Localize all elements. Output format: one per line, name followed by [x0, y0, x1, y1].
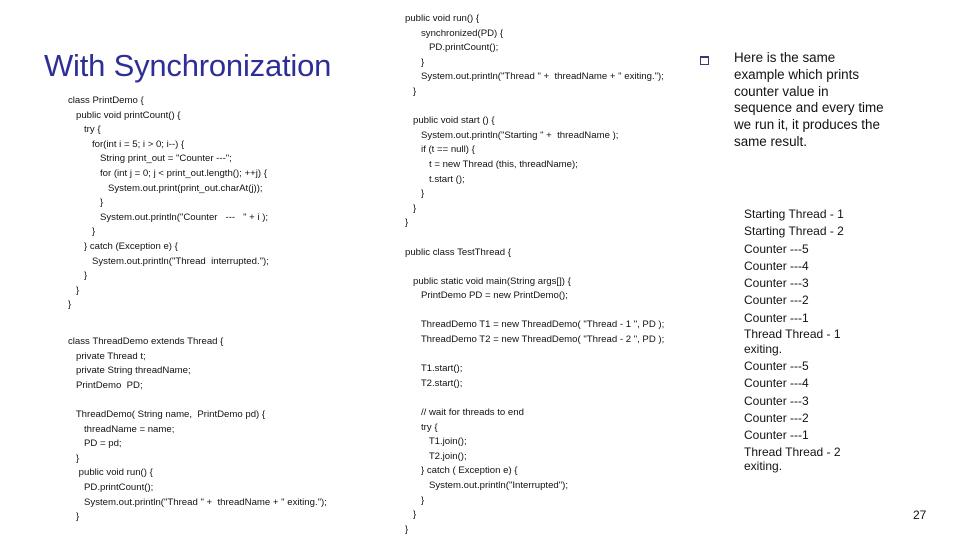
- code-line: System.out.println("Thread interrupted."…: [68, 255, 269, 267]
- code-line: for(int i = 5; i > 0; i--) {: [68, 138, 185, 150]
- code-line: threadName = name;: [68, 423, 175, 435]
- output-line: Counter ---2: [744, 410, 809, 425]
- code-line: ThreadDemo( String name, PrintDemo pd) {: [68, 408, 266, 420]
- code-line: T1.join();: [405, 436, 467, 448]
- code-line: }: [68, 511, 80, 523]
- code-line: t.start ();: [405, 173, 465, 185]
- code-line: public static void main(String args[]) {: [405, 275, 571, 287]
- output-line: Counter ---2: [744, 293, 809, 308]
- output-line: Counter ---3: [744, 276, 809, 291]
- code-line: }: [405, 85, 417, 97]
- page-number: 27: [913, 508, 927, 522]
- code-line: public void printCount() {: [68, 109, 181, 121]
- code-line: }: [405, 523, 409, 535]
- slide-title: With Synchronization: [44, 48, 332, 83]
- output-line: Counter ---5: [744, 359, 809, 374]
- output-line: Counter ---3: [744, 393, 809, 408]
- code-line: PD.printCount();: [68, 481, 154, 493]
- code-line: String print_out = "Counter ---";: [68, 153, 232, 165]
- code-line: }: [405, 509, 417, 521]
- code-line: class ThreadDemo extends Thread {: [68, 336, 224, 347]
- code-line: System.out.println("Thread " + threadNam…: [405, 71, 664, 83]
- output-line: Starting Thread - 2: [744, 224, 844, 239]
- code-line: for (int j = 0; j < print_out.length(); …: [68, 167, 267, 179]
- code-line: synchronized(PD) {: [405, 27, 504, 39]
- code-line: public class TestThread {: [405, 246, 511, 258]
- code-line: }: [405, 202, 417, 214]
- code-line: public void run() {: [405, 13, 480, 24]
- code-line: System.out.println("Interrupted");: [405, 480, 569, 491]
- code-line: }: [68, 226, 96, 238]
- program-output: Starting Thread - 1 Starting Thread - 2 Co…: [744, 206, 854, 476]
- code-block-threaddemo: class ThreadDemo extends Thread { privat…: [68, 335, 327, 525]
- code-line: }: [68, 197, 104, 209]
- code-line: System.out.println("Starting " + threadN…: [405, 129, 619, 141]
- code-line: if (t == null) {: [405, 144, 475, 156]
- code-line: }: [68, 299, 72, 311]
- code-line: PD = pd;: [68, 438, 122, 450]
- code-line: public void run() {: [68, 467, 153, 479]
- code-line: class PrintDemo {: [68, 95, 144, 106]
- code-line: } catch (Exception e) {: [68, 240, 178, 252]
- code-line: }: [405, 217, 409, 229]
- code-line: }: [68, 284, 80, 296]
- code-line: public void start () {: [405, 115, 495, 127]
- output-line: Starting Thread - 1: [744, 207, 844, 221]
- code-line: System.out.print(print_out.charAt(j));: [68, 182, 263, 194]
- code-line: System.out.println("Thread " + threadNam…: [68, 496, 327, 508]
- code-line: t = new Thread (this, threadName);: [405, 158, 578, 170]
- output-line: Counter ---1: [744, 428, 809, 443]
- code-line: try {: [405, 421, 438, 433]
- code-line: private Thread t;: [68, 350, 146, 362]
- output-line: Counter ---4: [744, 258, 809, 273]
- code-line: } catch ( Exception e) {: [405, 465, 518, 477]
- square-bullet-icon: [700, 56, 709, 65]
- code-line: System.out.println("Counter --- " + i );: [68, 211, 269, 223]
- code-line: PrintDemo PD;: [68, 379, 143, 391]
- output-line: Counter ---1: [744, 310, 809, 325]
- code-block-printdemo: class PrintDemo { public void printCount…: [68, 94, 269, 313]
- code-line: }: [405, 56, 425, 68]
- code-line: }: [405, 188, 425, 200]
- code-block-run-start-main: public void run() { synchronized(PD) { P…: [405, 12, 664, 537]
- code-line: ThreadDemo T2 = new ThreadDemo( "Thread …: [405, 334, 665, 346]
- code-line: }: [68, 270, 88, 282]
- code-line: T1.start();: [405, 363, 463, 375]
- output-line: Counter ---5: [744, 241, 809, 256]
- code-line: PD.printCount();: [405, 42, 499, 54]
- code-line: T2.start();: [405, 377, 463, 389]
- code-line: try {: [68, 124, 101, 136]
- code-line: private String threadName;: [68, 365, 191, 377]
- code-line: }: [405, 494, 425, 506]
- code-line: PrintDemo PD = new PrintDemo();: [405, 290, 568, 302]
- code-line: // wait for threads to end: [405, 407, 524, 419]
- code-line: T2.join();: [405, 450, 467, 462]
- code-line: }: [68, 452, 80, 464]
- code-line: ThreadDemo T1 = new ThreadDemo( "Thread …: [405, 319, 665, 331]
- output-line: Thread Thread - 1 exiting.: [744, 327, 841, 356]
- bullet-text: Here is the same example which prints co…: [734, 50, 884, 149]
- output-line: Counter ---4: [744, 376, 809, 391]
- output-line: Thread Thread - 2 exiting.: [744, 444, 841, 474]
